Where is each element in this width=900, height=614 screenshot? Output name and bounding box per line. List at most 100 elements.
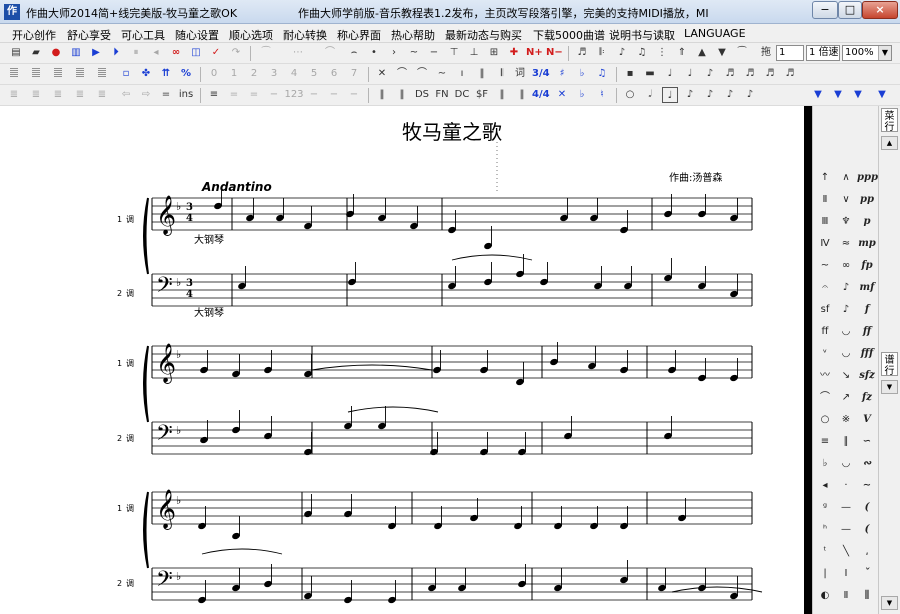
note-head[interactable] <box>303 494 313 518</box>
note-head[interactable] <box>657 568 667 592</box>
palette-symbol[interactable]: ᵍ <box>815 498 835 518</box>
align-5-icon[interactable]: ≣ <box>94 87 110 103</box>
slur-curve-icon[interactable]: ⁀ <box>734 45 750 61</box>
palette-symbol[interactable]: ◡ <box>836 322 856 342</box>
lines-3-icon[interactable]: = <box>246 87 262 103</box>
note-head[interactable] <box>433 506 443 530</box>
menu-convert[interactable]: 耐心转换 <box>283 27 327 43</box>
palette-symbol[interactable]: ◡ <box>836 454 856 474</box>
sharp-icon[interactable]: ♯ <box>554 66 570 82</box>
palette-symbol[interactable]: ʰ <box>815 520 835 540</box>
trill-icon[interactable]: ~ <box>406 45 422 61</box>
sf-label[interactable]: $F <box>472 87 492 103</box>
note-head[interactable] <box>303 206 313 230</box>
palette-symbol[interactable]: · <box>836 476 856 496</box>
palette-symbol[interactable]: fz <box>857 388 877 408</box>
thirty-second-icon[interactable]: ♪ <box>722 87 738 103</box>
align-1-icon[interactable]: ≣ <box>6 87 22 103</box>
palette-symbol[interactable]: ∞ <box>836 256 856 276</box>
up-bow-icon[interactable]: ⊤ <box>446 45 462 61</box>
cross-icon[interactable]: ✕ <box>554 87 570 103</box>
palette-symbol[interactable]: — <box>836 520 856 540</box>
palette-symbol[interactable]: ♪ <box>836 300 856 320</box>
note-head[interactable] <box>427 568 437 592</box>
plus-icon[interactable]: ✚ <box>506 45 522 61</box>
menu-options[interactable]: 顺心选项 <box>229 27 273 43</box>
triangle-down-2-icon[interactable]: ▼ <box>830 87 846 103</box>
time-sig-fraction[interactable]: 3/4 <box>532 66 550 82</box>
palette-symbol[interactable]: pp <box>857 190 877 210</box>
scroll-bottom-icon[interactable]: ▼ <box>881 596 898 610</box>
segno-icon[interactable]: ‖ <box>494 87 510 103</box>
palette-symbol[interactable]: ↘ <box>836 366 856 386</box>
loop-icon[interactable]: ∞ <box>168 45 184 61</box>
note-head[interactable] <box>343 494 353 518</box>
palette-symbol[interactable]: fff <box>857 344 877 364</box>
maximize-button[interactable]: □ <box>838 1 862 19</box>
note-head[interactable] <box>563 416 573 440</box>
quarter-selected-icon[interactable]: ♩ <box>662 87 678 103</box>
palette-symbol[interactable]: ≈ <box>836 234 856 254</box>
eighth-2-icon[interactable]: ♪ <box>682 87 698 103</box>
note-head[interactable] <box>623 266 633 290</box>
tie-icon[interactable]: ⁀ <box>258 45 274 61</box>
half-note-2-icon[interactable]: 𝅗𝅥 <box>642 87 658 103</box>
repeat-icon[interactable]: 𝄆 <box>594 45 610 61</box>
palette-symbol[interactable]: p <box>857 212 877 232</box>
play-from-icon[interactable]: ⏵ <box>108 45 124 61</box>
note-32-icon[interactable]: ♬ <box>742 66 758 82</box>
play-icon[interactable]: ▶ <box>88 45 104 61</box>
note-head[interactable] <box>275 198 285 222</box>
quarter-note-icon[interactable]: ♩ <box>682 66 698 82</box>
palette-symbol[interactable]: | <box>815 564 835 584</box>
note-head[interactable] <box>553 568 563 592</box>
new-file-icon[interactable]: ▤ <box>8 45 24 61</box>
note-head[interactable] <box>231 354 241 378</box>
note-head[interactable] <box>619 506 629 530</box>
palette-symbol[interactable]: mf <box>857 278 877 298</box>
palette-symbol[interactable]: ↑ <box>815 168 835 188</box>
numpad-4[interactable]: 4 <box>286 66 302 82</box>
n-minus-icon[interactable]: N− <box>546 45 563 61</box>
note-head[interactable] <box>303 354 313 378</box>
menu-tools[interactable]: 可心工具 <box>121 27 165 43</box>
palette-symbol[interactable]: ( <box>857 520 877 540</box>
ds-label[interactable]: DS <box>412 87 432 103</box>
note-head[interactable] <box>517 432 527 456</box>
align-2-icon[interactable]: ≣ <box>28 87 44 103</box>
palette-symbol[interactable]: ~ <box>815 256 835 276</box>
palette-symbol[interactable]: ∧ <box>836 168 856 188</box>
tempo-multiplier-input[interactable]: 1 倍速 <box>806 45 840 61</box>
dash-icon[interactable]: − <box>306 87 322 103</box>
note-head[interactable] <box>697 568 707 592</box>
score-canvas[interactable]: 牧马童之歌 Andantino 作曲:汤普森 1 调 2 调 1 调 2 调 1… <box>112 106 804 614</box>
select-icon[interactable]: ▫ <box>118 66 134 82</box>
menu-manual[interactable]: 说明书与读取 <box>609 27 675 43</box>
palette-symbol[interactable]: Ⅴ <box>857 410 877 430</box>
slur-icon[interactable]: ⌒ <box>322 45 338 61</box>
sixty-fourth-icon[interactable]: ♪ <box>742 87 758 103</box>
fn-label[interactable]: FN <box>432 87 452 103</box>
dot-icon[interactable]: • <box>366 45 382 61</box>
note-head[interactable] <box>377 406 387 430</box>
number-label[interactable]: 123 <box>284 87 304 103</box>
dash-2-icon[interactable]: − <box>326 87 342 103</box>
note-head[interactable] <box>303 576 313 600</box>
note-head[interactable] <box>377 198 387 222</box>
note-head[interactable] <box>593 266 603 290</box>
palette-symbol[interactable]: Ⅲ <box>815 212 835 232</box>
lyric-drag-input[interactable]: 1 <box>776 45 804 61</box>
note-head[interactable] <box>469 498 479 522</box>
palette-symbol[interactable]: ♪ <box>836 278 856 298</box>
forward-arrow-icon[interactable]: ⇨ <box>138 87 154 103</box>
piano-icon[interactable]: ▥ <box>68 45 84 61</box>
triangle-down-3-icon[interactable]: ▼ <box>850 87 866 103</box>
palette-symbol[interactable]: ∽ <box>857 432 877 452</box>
score-title[interactable]: 牧马童之歌 <box>402 120 502 144</box>
harmonic-icon[interactable]: ⊞ <box>486 45 502 61</box>
note-head[interactable] <box>553 506 563 530</box>
note-head[interactable] <box>663 258 673 282</box>
palette-symbol[interactable]: ♆ <box>836 212 856 232</box>
minimize-button[interactable]: − <box>812 1 838 19</box>
note-head[interactable] <box>197 506 207 530</box>
